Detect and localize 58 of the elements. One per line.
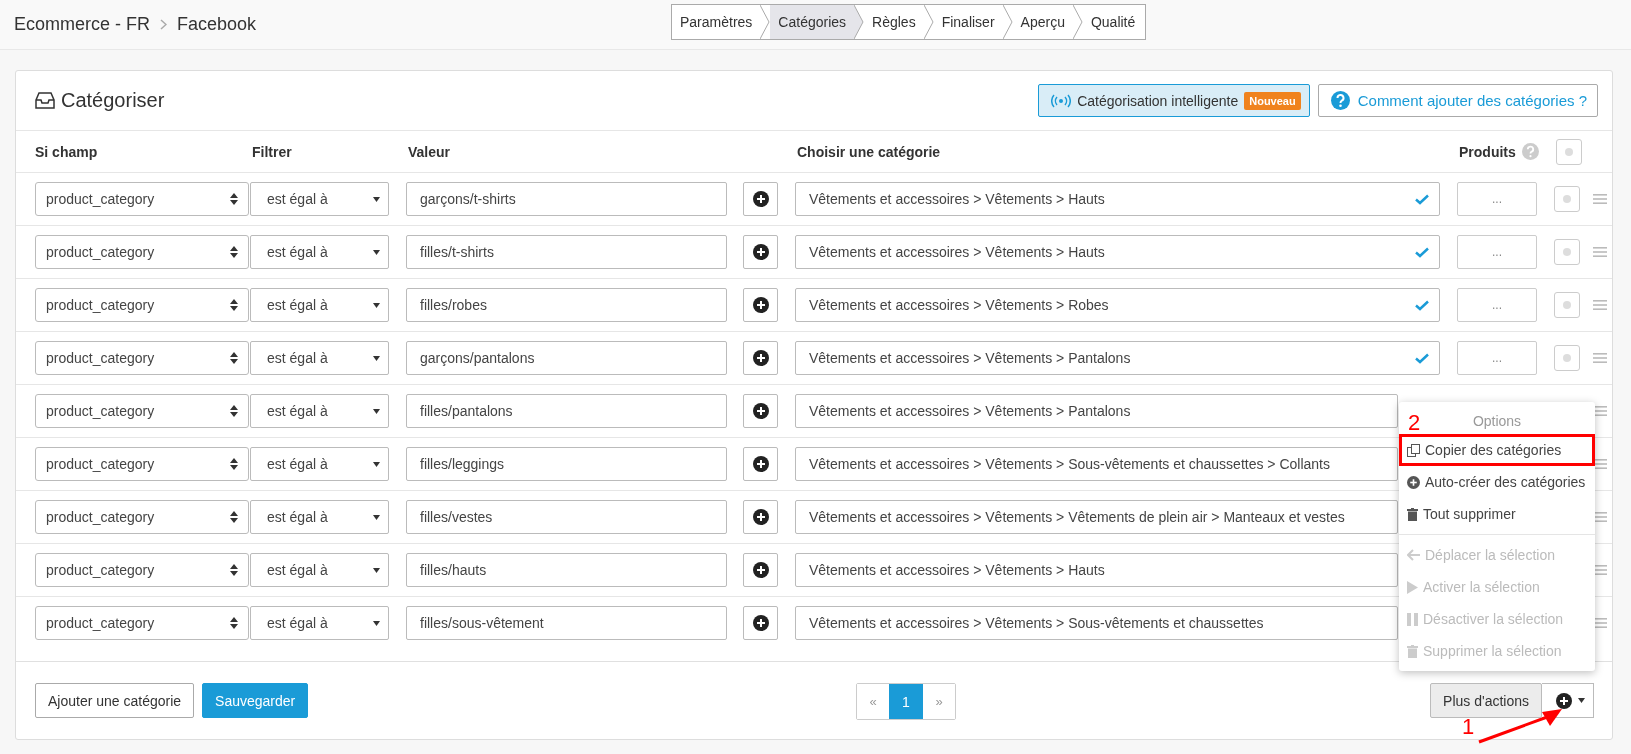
step-tab[interactable]: Catégories <box>770 5 865 39</box>
column-header: Produits <box>1459 143 1516 160</box>
products-button[interactable]: ... <box>1457 235 1537 269</box>
category-field[interactable]: Vêtements et accessoires > Vêtements > Sous-vêtements et chaussettes > Collants <box>795 447 1398 481</box>
category-field[interactable]: Vêtements et accessoires > Vêtements > Vêtements de plein air > Manteaux et vestes <box>795 500 1398 534</box>
menu-item[interactable]: Copier des catégories <box>1399 434 1595 466</box>
menu-item[interactable]: Tout supprimer <box>1399 498 1595 530</box>
value-field[interactable]: filles/vestes <box>406 500 727 534</box>
breadcrumb-item[interactable]: Ecommerce - FR <box>14 14 150 35</box>
filter-select[interactable]: est égal à <box>250 341 389 375</box>
value-field[interactable]: filles/hauts <box>406 553 727 587</box>
smart-categorization-button[interactable]: Catégorisation intelligente Nouveau <box>1038 84 1310 117</box>
filter-select[interactable]: est égal à <box>250 447 389 481</box>
value-field[interactable]: filles/robes <box>406 288 727 322</box>
field-select[interactable]: product_category <box>35 235 249 269</box>
annotation-number: 2 <box>1408 410 1421 436</box>
category-field[interactable]: Vêtements et accessoires > Vêtements > Pantalons <box>795 341 1440 375</box>
value-field[interactable]: garçons/pantalons <box>406 341 727 375</box>
value-field[interactable]: filles/leggings <box>406 447 727 481</box>
column-header: Filtrer <box>252 143 293 160</box>
filter-select[interactable]: est égal à <box>250 394 389 428</box>
filter-select[interactable]: est égal à <box>250 500 389 534</box>
add-category-button[interactable]: Ajouter une catégorie <box>35 683 195 718</box>
products-button[interactable]: ... <box>1457 288 1537 322</box>
card-title: Catégoriser <box>61 89 165 112</box>
menu-item[interactable]: Auto-créer des catégories <box>1399 466 1595 498</box>
field-select[interactable]: product_category <box>35 500 249 534</box>
category-field[interactable]: Vêtements et accessoires > Vêtements > Hauts <box>795 182 1440 216</box>
value-field[interactable]: filles/pantalons <box>406 394 727 428</box>
filter-select[interactable]: est égal à <box>250 288 389 322</box>
filter-select[interactable]: est égal à <box>250 553 389 587</box>
category-field[interactable]: Vêtements et accessoires > Vêtements > Pantalons <box>795 394 1398 428</box>
field-select[interactable]: product_category <box>35 606 249 640</box>
category-field[interactable]: Vêtements et accessoires > Vêtements > Sous-vêtements et chaussettes <box>795 606 1398 640</box>
category-field[interactable]: Vêtements et accessoires > Vêtements > Hauts <box>795 553 1398 587</box>
field-select[interactable]: product_category <box>35 288 249 322</box>
column-header: Choisir une catégorie <box>797 143 942 160</box>
category-field[interactable]: Vêtements et accessoires > Vêtements > Hauts <box>795 235 1440 269</box>
products-button[interactable]: ... <box>1457 341 1537 375</box>
filter-select[interactable]: est égal à <box>250 182 389 216</box>
value-field[interactable]: filles/t-shirts <box>406 235 727 269</box>
column-header: Si champ <box>35 143 99 160</box>
value-field[interactable]: garçons/t-shirts <box>406 182 727 216</box>
filter-select[interactable]: est égal à <box>250 235 389 269</box>
field-select[interactable]: product_category <box>35 341 249 375</box>
column-header: Valeur <box>408 143 452 160</box>
filter-select[interactable]: est égal à <box>250 606 389 640</box>
menu-header: Options <box>1472 413 1522 429</box>
field-select[interactable]: product_category <box>35 394 249 428</box>
field-select[interactable]: product_category <box>35 447 249 481</box>
field-select[interactable]: product_category <box>35 553 249 587</box>
category-field[interactable]: Vêtements et accessoires > Vêtements > Robes <box>795 288 1440 322</box>
new-badge: Nouveau <box>1244 91 1301 110</box>
more-actions-button[interactable]: Plus d'actions <box>1430 683 1542 718</box>
breadcrumb-item[interactable]: Facebook <box>177 14 257 35</box>
field-select[interactable]: product_category <box>35 182 249 216</box>
value-field[interactable]: filles/sous-vêtement <box>406 606 727 640</box>
products-button[interactable]: ... <box>1457 182 1537 216</box>
